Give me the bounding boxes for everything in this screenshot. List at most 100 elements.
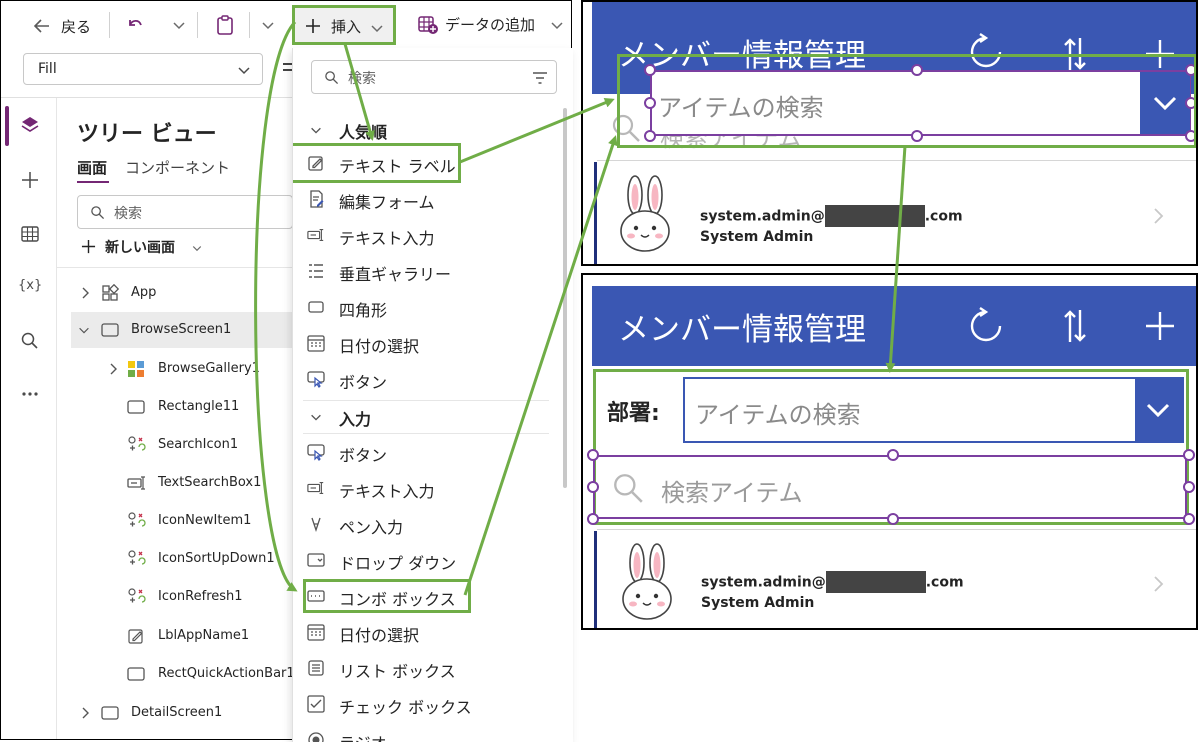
back-button[interactable]: 戻る <box>29 13 101 39</box>
tree-item-searchicon1[interactable]: SearchIcon1 <box>71 427 293 463</box>
refresh-icon[interactable] <box>966 306 1006 346</box>
tree-item-textsearchbox1[interactable]: TextSearchBox1 <box>71 465 293 501</box>
tree-item-rectangle11[interactable]: Rectangle11 <box>71 389 293 425</box>
tree-item-label: Rectangle11 <box>158 399 240 414</box>
preview-top: メンバー情報管理 検索アイテム アイテムの検索 system.admin@ .co… <box>581 0 1198 266</box>
menu-item-date-picker[interactable]: 日付の選択 <box>303 615 553 649</box>
tree-item-label: IconRefresh1 <box>158 589 243 604</box>
chevron-right-icon[interactable] <box>1153 575 1165 593</box>
insert-menu-search[interactable]: 検索 <box>311 60 557 94</box>
menu-section-input[interactable]: 入力 <box>303 400 549 434</box>
tree-item-lblappname1[interactable]: LblAppName1 <box>71 618 293 654</box>
gallery-item[interactable]: system.admin@ .com System Admin <box>597 167 1196 262</box>
add-data-label: データの追加 <box>445 16 536 34</box>
layers-icon[interactable] <box>20 115 40 135</box>
filter-icon[interactable] <box>532 71 548 85</box>
undo-icon[interactable] <box>125 15 145 35</box>
toolbar-divider <box>249 12 250 38</box>
chevron-down-icon[interactable] <box>171 17 187 33</box>
plus-icon[interactable] <box>20 170 40 190</box>
menu-item-text-input[interactable]: テキスト入力 <box>303 218 553 252</box>
search-icon[interactable] <box>20 331 40 351</box>
chevron-down-icon[interactable] <box>549 17 565 33</box>
tree-item-iconsortupdown1[interactable]: IconSortUpDown1 <box>71 541 293 577</box>
text-search-box[interactable]: 検索アイテム <box>593 455 1187 519</box>
tree-item-label: RectQuickActionBar1 <box>158 666 295 681</box>
menu-section-title: 入力 <box>339 410 372 429</box>
insert-button[interactable]: 挿入 <box>292 5 396 45</box>
new-screen-button[interactable]: 新しい画面 <box>77 235 217 261</box>
label-edit-icon <box>128 629 143 644</box>
gallery-item[interactable]: system.admin@ .com System Admin <box>597 535 1196 628</box>
menu-section-popular[interactable]: 人気順 <box>303 114 549 146</box>
screen-icon <box>101 706 119 720</box>
tree-search-input[interactable]: 検索 <box>77 195 293 229</box>
menu-item-edit-form[interactable]: 編集フォーム <box>303 182 553 216</box>
add-icon[interactable] <box>1144 310 1176 342</box>
resize-handle[interactable] <box>887 449 899 461</box>
tree-item-rectquickactionbar1[interactable]: RectQuickActionBar1 <box>71 656 295 692</box>
text-input-icon <box>307 229 324 241</box>
chevron-right-icon <box>82 707 89 719</box>
menu-item-label: ドロップ ダウン <box>339 554 457 573</box>
menu-item-label: 編集フォーム <box>339 193 435 212</box>
chevron-down-icon[interactable] <box>260 17 276 33</box>
menu-item-combo-box[interactable]: コンボ ボックス <box>303 579 471 613</box>
rectangle-icon <box>127 667 145 681</box>
resize-handle[interactable] <box>587 481 599 493</box>
tab-screens[interactable]: 画面 <box>77 157 107 178</box>
menu-item-button[interactable]: ボタン <box>303 362 553 396</box>
user-email: system.admin@ .com <box>700 205 963 227</box>
tree-item-browsescreen1[interactable]: BrowseScreen1 <box>71 312 293 348</box>
sort-up-down-icon[interactable] <box>1062 308 1088 344</box>
variables-icon[interactable]: {x} <box>18 278 42 293</box>
resize-handle[interactable] <box>587 449 599 461</box>
menu-item-date-picker[interactable]: 日付の選択 <box>303 326 553 360</box>
tree-search-placeholder: 検索 <box>114 206 142 222</box>
menu-item-checkbox[interactable]: チェック ボックス <box>303 687 553 721</box>
checkbox-icon <box>307 695 325 713</box>
menu-item-list-box[interactable]: リスト ボックス <box>303 651 553 685</box>
tree-divider <box>57 267 293 268</box>
tree-item-label: BrowseGallery1 <box>158 361 260 376</box>
tree-item-detailscreen1[interactable]: DetailScreen1 <box>71 695 293 731</box>
resize-handle[interactable] <box>1183 481 1195 493</box>
menu-item-button[interactable]: ボタン <box>303 435 553 469</box>
resize-handle[interactable] <box>587 513 599 525</box>
menu-item-dropdown[interactable]: ドロップ ダウン <box>303 543 553 577</box>
resize-handle[interactable] <box>1183 449 1195 461</box>
email-suffix: .com <box>925 574 964 591</box>
pen-icon <box>311 517 321 533</box>
combo-dropdown-button[interactable] <box>1135 379 1182 441</box>
menu-item-vertical-gallery[interactable]: 垂直ギャラリー <box>303 254 553 288</box>
tree-item-app[interactable]: App <box>71 275 293 311</box>
clipboard-icon[interactable] <box>215 14 235 36</box>
screen-icon <box>101 323 119 337</box>
tree-item-browsegallery1[interactable]: BrowseGallery1 <box>71 351 293 387</box>
table-icon[interactable] <box>20 224 40 244</box>
icon-control-icon <box>128 436 146 451</box>
resize-handle[interactable] <box>887 513 899 525</box>
search-icon <box>614 474 643 503</box>
menu-item-rectangle[interactable]: 四角形 <box>303 290 553 324</box>
tree-item-label: IconSortUpDown1 <box>158 551 275 566</box>
add-data-button[interactable]: データの追加 <box>413 11 569 39</box>
menu-item-label: リスト ボックス <box>339 662 456 681</box>
chevron-down-icon <box>311 414 321 421</box>
department-combo-box[interactable]: アイテムの検索 <box>683 377 1184 443</box>
combo-box-icon <box>307 590 325 602</box>
chevron-right-icon[interactable] <box>1153 207 1165 225</box>
more-icon[interactable] <box>20 384 40 404</box>
resize-handle[interactable] <box>1183 513 1195 525</box>
tab-components[interactable]: コンポーネント <box>125 157 230 178</box>
new-screen-label: 新しい画面 <box>105 240 175 256</box>
tree-item-iconrefresh1[interactable]: IconRefresh1 <box>71 579 293 615</box>
user-email: system.admin@ .com <box>701 571 964 593</box>
property-dropdown[interactable]: Fill <box>23 53 263 85</box>
menu-item-text-input[interactable]: テキスト入力 <box>303 471 553 505</box>
form-icon <box>310 190 324 208</box>
tree-item-iconnewitem1[interactable]: IconNewItem1 <box>71 503 293 539</box>
menu-item-pen-input[interactable]: ペン入力 <box>303 507 553 541</box>
menu-scrollbar[interactable] <box>563 108 567 488</box>
menu-item-radio[interactable]: ラジオ <box>303 723 553 742</box>
